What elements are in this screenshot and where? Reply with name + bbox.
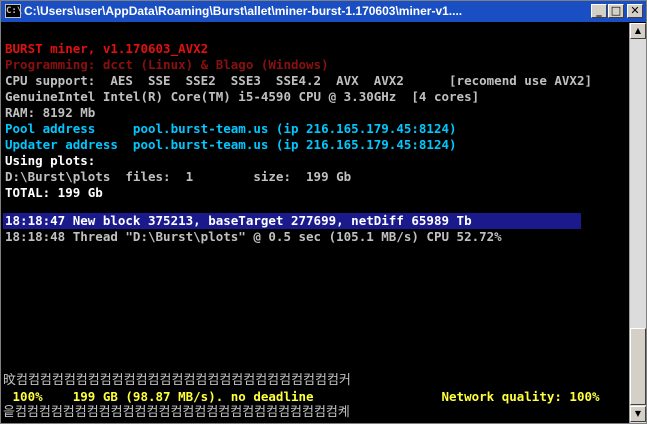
cpu-info-line: GenuineIntel Intel(R) Core(TM) i5-4590 C… (5, 89, 480, 104)
console-window: C:\ C:\Users\user\AppData\Roaming\Burst\… (0, 0, 647, 424)
status-box-bottom-border: 읕컴컴컴컴컴컴컴컴컴컴컴컴컴컴컴컴컴컴컴컴컴컴컴컴컴컴컴켸 (3, 405, 350, 420)
status-box-top-border: 旼컴컴컴컴컴컴컴컴컴컴컴컴컴컴컴컴컴컴컴컴컴컴컴컴컴컴컴커 (3, 373, 351, 388)
scrollbar-thumb[interactable] (630, 328, 646, 405)
close-button[interactable]: ✕ (627, 4, 643, 18)
miner-version: BURST miner, v1.170603_AVX2 (5, 41, 209, 56)
status-line: 100% 199 GB (98.87 MB/s). no deadline Ne… (5, 389, 600, 404)
minimize-button[interactable]: _ (591, 4, 607, 18)
console-output[interactable]: BURST miner, v1.170603_AVX2 Programming:… (3, 23, 627, 423)
scroll-down-arrow-icon[interactable]: ▼ (630, 406, 646, 422)
window-title: C:\Users\user\AppData\Roaming\Burst\alle… (24, 4, 463, 18)
using-plots-label: Using plots: (5, 153, 96, 168)
updater-address-line: Updater address pool.burst-team.us (ip 2… (5, 137, 457, 152)
programming-credits: Programming: dcct (Linux) & Blago (Windo… (5, 57, 329, 72)
scroll-up-arrow-icon[interactable]: ▲ (630, 23, 646, 39)
total-size-line: TOTAL: 199 Gb (5, 185, 103, 200)
log-thread: 18:18:48 Thread "D:\Burst\plots" @ 0.5 s… (5, 229, 502, 244)
ram-line: RAM: 8192 Mb (5, 105, 96, 120)
plot-directory-line: D:\Burst\plots files: 1 size: 199 Gb (5, 169, 352, 184)
maximize-button[interactable]: □ (608, 4, 624, 18)
pool-address-line: Pool address pool.burst-team.us (ip 216.… (5, 121, 457, 136)
title-bar[interactable]: C:\ C:\Users\user\AppData\Roaming\Burst\… (1, 1, 646, 22)
console-app-icon[interactable]: C:\ (5, 4, 22, 18)
log-new-block: 18:18:47 New block 375213, baseTarget 27… (5, 213, 472, 228)
vertical-scrollbar[interactable]: ▲ ▼ (629, 23, 646, 423)
cpu-support-line: CPU support: AES SSE SSE2 SSE3 SSE4.2 AV… (5, 73, 592, 88)
